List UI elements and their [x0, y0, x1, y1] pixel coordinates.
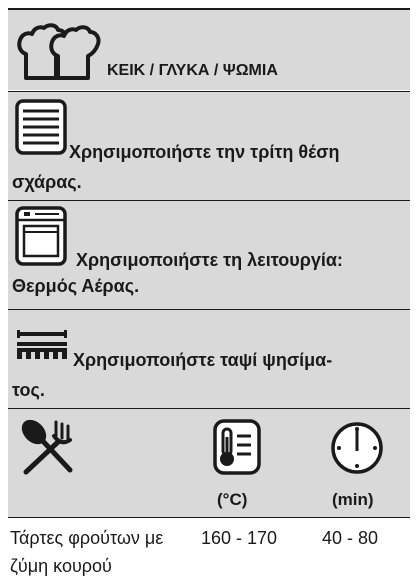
temperature-unit: (°C) — [217, 490, 248, 509]
oven-function-icon — [15, 206, 67, 266]
bread-loaves-icon — [17, 23, 101, 80]
food-name-line-2: ζύμη κουρού — [10, 556, 112, 576]
instruction-1-line-1: Χρησιμοποιήστε την τρίτη θέση — [69, 142, 340, 162]
instruction-1-line-2: σχάρας. — [12, 172, 82, 192]
baking-tray-icon — [17, 330, 67, 359]
temperature-value: 160 - 170 — [201, 528, 278, 548]
instruction-3-line-1: Χρησιμοποιήστε ταψί ψησίμα- — [73, 350, 333, 370]
cutlery-icon — [21, 419, 73, 475]
time-unit: (min) — [332, 490, 374, 509]
instruction-3-line-2: τος. — [12, 380, 45, 400]
food-name-line-1: Τάρτες φρούτων με — [10, 528, 164, 548]
instruction-2-line-2: Θερμός Αέρας. — [12, 276, 140, 296]
time-value: 40 - 80 — [322, 528, 379, 548]
shelf-position-icon — [15, 99, 67, 155]
rule-5 — [8, 517, 410, 518]
timer-icon — [331, 422, 383, 474]
page-title: ΚΕΙΚ / ΓΛΥΚΑ / ΨΩΜΙΑ — [107, 62, 278, 79]
thermometer-icon — [213, 419, 261, 475]
